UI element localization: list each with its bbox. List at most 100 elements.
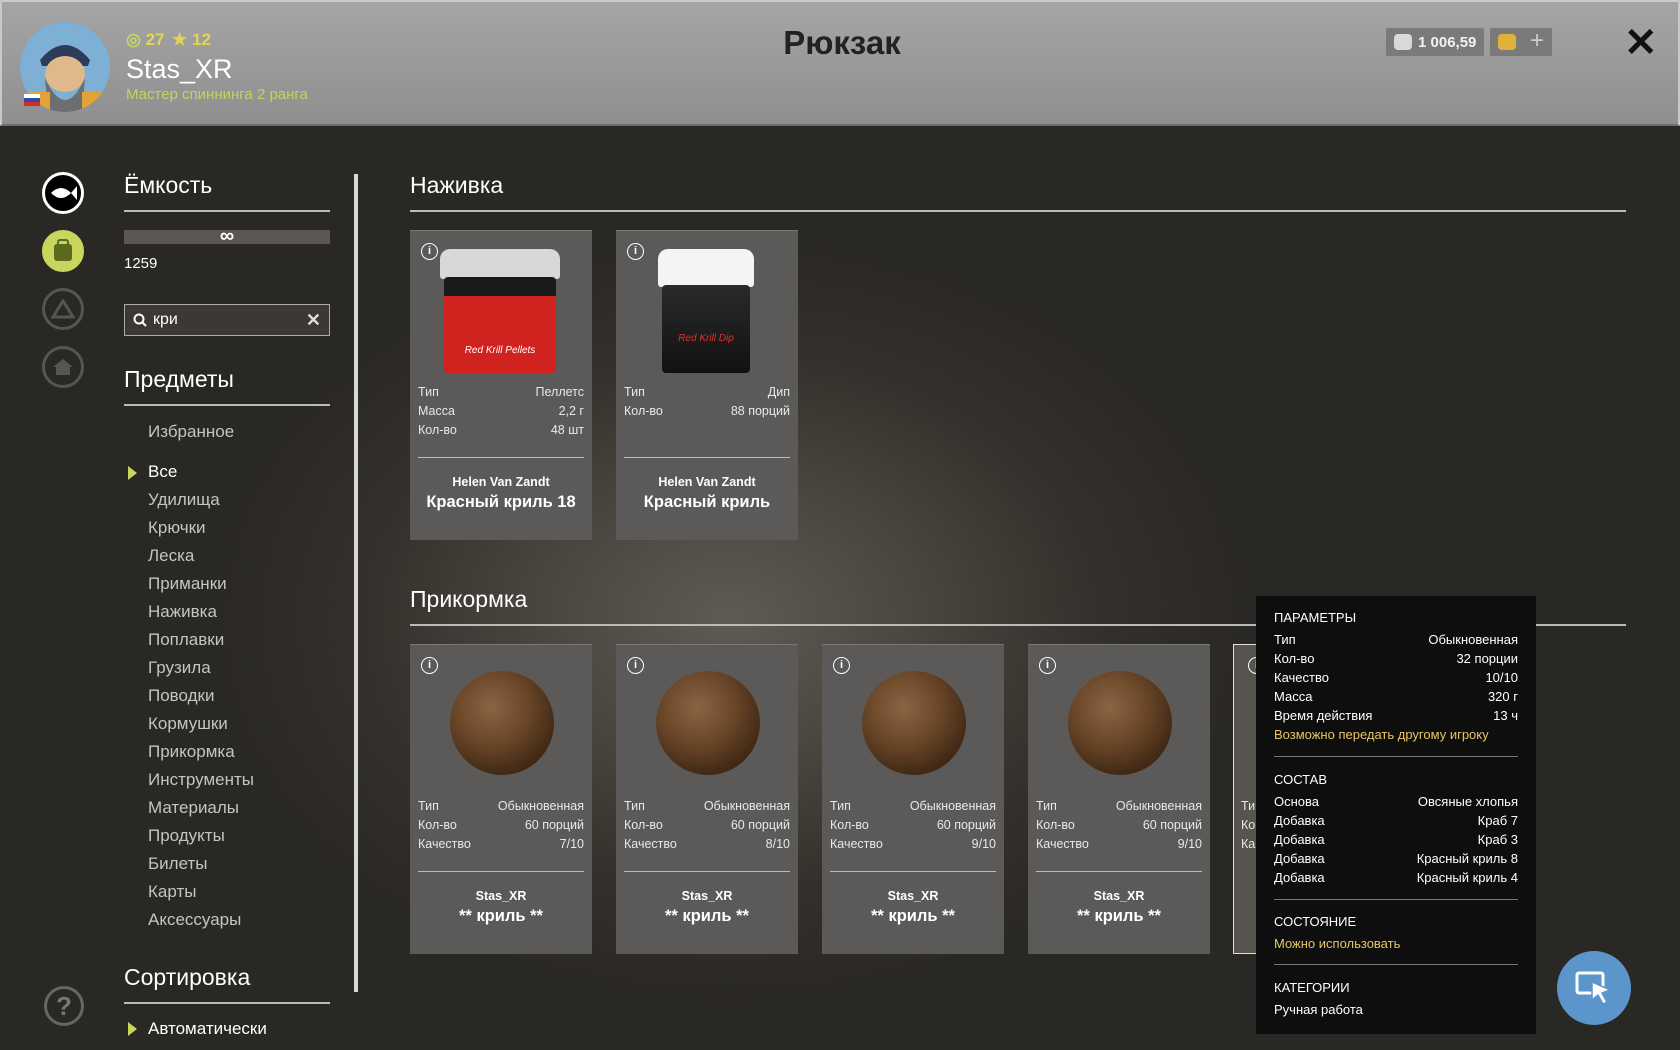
item-tooltip: ПАРАМЕТРЫ Тип Обыкновенная Кол-во 32 порции… xyxy=(1256,596,1536,1034)
item-card[interactable]: i Тип Обыкновенная Кол-во 60 порций Качество 9… xyxy=(822,644,1004,954)
stat-value: Обыкновенная xyxy=(909,799,996,813)
category-item[interactable]: Поводки xyxy=(148,686,214,706)
tooltip-row: Добавка Краб 7 xyxy=(1274,813,1518,828)
category-item[interactable]: Кормушки xyxy=(148,714,228,734)
tooltip-row: Основа Овсяные хлопья xyxy=(1274,794,1518,809)
stat-value: 60 порций xyxy=(936,818,996,832)
stat-value: Обыкновенная xyxy=(497,799,584,813)
sort-arrow-icon xyxy=(128,1022,137,1036)
capacity-value: 1259 xyxy=(124,255,158,272)
info-icon[interactable]: i xyxy=(833,657,850,674)
item-card[interactable]: i Тип Обыкновенная Кол-во 60 порций Качество 7… xyxy=(410,644,592,954)
tent-icon[interactable] xyxy=(42,288,84,330)
stat-value: 7/10 xyxy=(559,837,584,851)
divider xyxy=(124,210,330,212)
category-item[interactable]: Инструменты xyxy=(148,770,254,790)
tooltip-label: Добавка xyxy=(1274,832,1325,847)
search-input[interactable]: кри xyxy=(153,311,300,329)
item-brand: Stas_XR xyxy=(887,889,939,903)
stat-label: Кол-во xyxy=(418,818,457,832)
divider xyxy=(624,871,790,872)
item-stat-row: Качество 7/10 xyxy=(418,837,584,851)
category-item[interactable]: Продукты xyxy=(148,826,225,846)
category-item[interactable]: Прикормка xyxy=(148,742,235,762)
divider xyxy=(410,210,1626,212)
item-card[interactable]: i Тип Обыкновенная Кол-во 60 порций Качество 8… xyxy=(616,644,798,954)
divider xyxy=(1036,871,1202,872)
stat-label: Тип xyxy=(830,799,851,813)
item-stat-row: Кол-во 60 порций xyxy=(1036,818,1202,832)
item-stat-row: Кол-во 60 порций xyxy=(830,818,996,832)
category-item[interactable]: Билеты xyxy=(148,854,207,874)
category-item[interactable]: Наживка xyxy=(148,602,217,622)
backpack-icon[interactable] xyxy=(42,230,84,272)
item-stat-row: Тип Пеллетс xyxy=(418,385,584,399)
divider xyxy=(1274,756,1518,757)
category-item[interactable]: Приманки xyxy=(148,574,227,594)
cursor-mode-button[interactable] xyxy=(1557,951,1631,1025)
help-icon[interactable]: ? xyxy=(44,986,84,1026)
item-name: ** криль ** xyxy=(1077,907,1161,925)
sidebar-scrollbar[interactable] xyxy=(354,174,358,992)
items-heading: Предметы xyxy=(124,366,234,392)
category-item[interactable]: Удилища xyxy=(148,490,220,510)
item-card[interactable]: i Red Krill Pellets Тип Пеллетс Масса 2,2 г Ко… xyxy=(410,230,592,540)
stat-value: 60 порций xyxy=(524,818,584,832)
tooltip-row: Тип Обыкновенная xyxy=(1274,632,1518,647)
clear-search-icon[interactable]: ✕ xyxy=(306,310,321,331)
top-bar: ◎ 27 ★ 12 Stas_XR Мастер спиннинга 2 ран… xyxy=(0,0,1680,126)
category-item[interactable]: Леска xyxy=(148,546,194,566)
tooltip-row: Добавка Красный криль 8 xyxy=(1274,851,1518,866)
tooltip-state-value: Можно использовать xyxy=(1274,936,1401,951)
groundbait-ball-image xyxy=(862,671,966,775)
item-name: ** криль ** xyxy=(665,907,749,925)
tooltip-categories-heading: КАТЕГОРИИ xyxy=(1274,980,1350,995)
tooltip-value: Обыкновенная xyxy=(1428,632,1518,647)
item-card[interactable]: i Тип Обыкновенная Кол-во 60 порций Качество 9… xyxy=(1028,644,1210,954)
divider xyxy=(418,457,584,458)
category-item[interactable]: Все xyxy=(148,462,177,482)
info-icon[interactable]: i xyxy=(421,243,438,260)
jar-label-text: Red Krill Pellets xyxy=(464,345,536,356)
stat-value: Пеллетс xyxy=(535,385,584,399)
close-button[interactable]: ✕ xyxy=(1624,20,1658,66)
category-item[interactable]: Избранное xyxy=(148,422,234,442)
item-brand: Stas_XR xyxy=(1093,889,1145,903)
category-item[interactable]: Карты xyxy=(148,882,196,902)
tooltip-label: Добавка xyxy=(1274,813,1325,828)
bait-jar-image: Red Krill Dip xyxy=(658,249,754,373)
item-stat-row: Масса 2,2 г xyxy=(418,404,584,418)
tooltip-row: Кол-во 32 порции xyxy=(1274,651,1518,666)
selected-arrow-icon xyxy=(128,466,137,480)
stat-value: Обыкновенная xyxy=(1115,799,1202,813)
divider xyxy=(124,1002,330,1004)
tooltip-label: Качество xyxy=(1274,670,1329,685)
item-name: Красный криль xyxy=(643,493,771,511)
info-icon[interactable]: i xyxy=(627,657,644,674)
tooltip-value: Красный криль 8 xyxy=(1416,851,1518,866)
info-icon[interactable]: i xyxy=(421,657,438,674)
info-icon[interactable]: i xyxy=(1039,657,1056,674)
info-icon[interactable]: i xyxy=(627,243,644,260)
item-stat-row: Качество 9/10 xyxy=(830,837,996,851)
category-item[interactable]: Материалы xyxy=(148,798,239,818)
stat-value: 60 порций xyxy=(730,818,790,832)
item-card[interactable]: i Red Krill Dip Тип Дип Кол-во 88 порций Helen… xyxy=(616,230,798,540)
tooltip-value: 32 порции xyxy=(1456,651,1518,666)
tooltip-label: Добавка xyxy=(1274,851,1325,866)
stat-value: 9/10 xyxy=(1177,837,1202,851)
home-icon[interactable] xyxy=(42,346,84,388)
tooltip-label: Время действия xyxy=(1274,708,1373,723)
category-item[interactable]: Аксессуары xyxy=(148,910,241,930)
category-item[interactable]: Поплавки xyxy=(148,630,224,650)
sort-option[interactable]: Автоматически xyxy=(148,1019,267,1039)
category-item[interactable]: Крючки xyxy=(148,518,206,538)
search-field[interactable]: кри ✕ xyxy=(124,304,330,336)
category-item[interactable]: Грузила xyxy=(148,658,211,678)
add-currency-button[interactable]: + xyxy=(1522,28,1552,56)
fish-icon[interactable] xyxy=(42,172,84,214)
divider xyxy=(1274,964,1518,965)
item-name: ** криль ** xyxy=(871,907,955,925)
tooltip-composition-heading: СОСТАВ xyxy=(1274,772,1328,787)
stat-value: Обыкновенная xyxy=(703,799,790,813)
